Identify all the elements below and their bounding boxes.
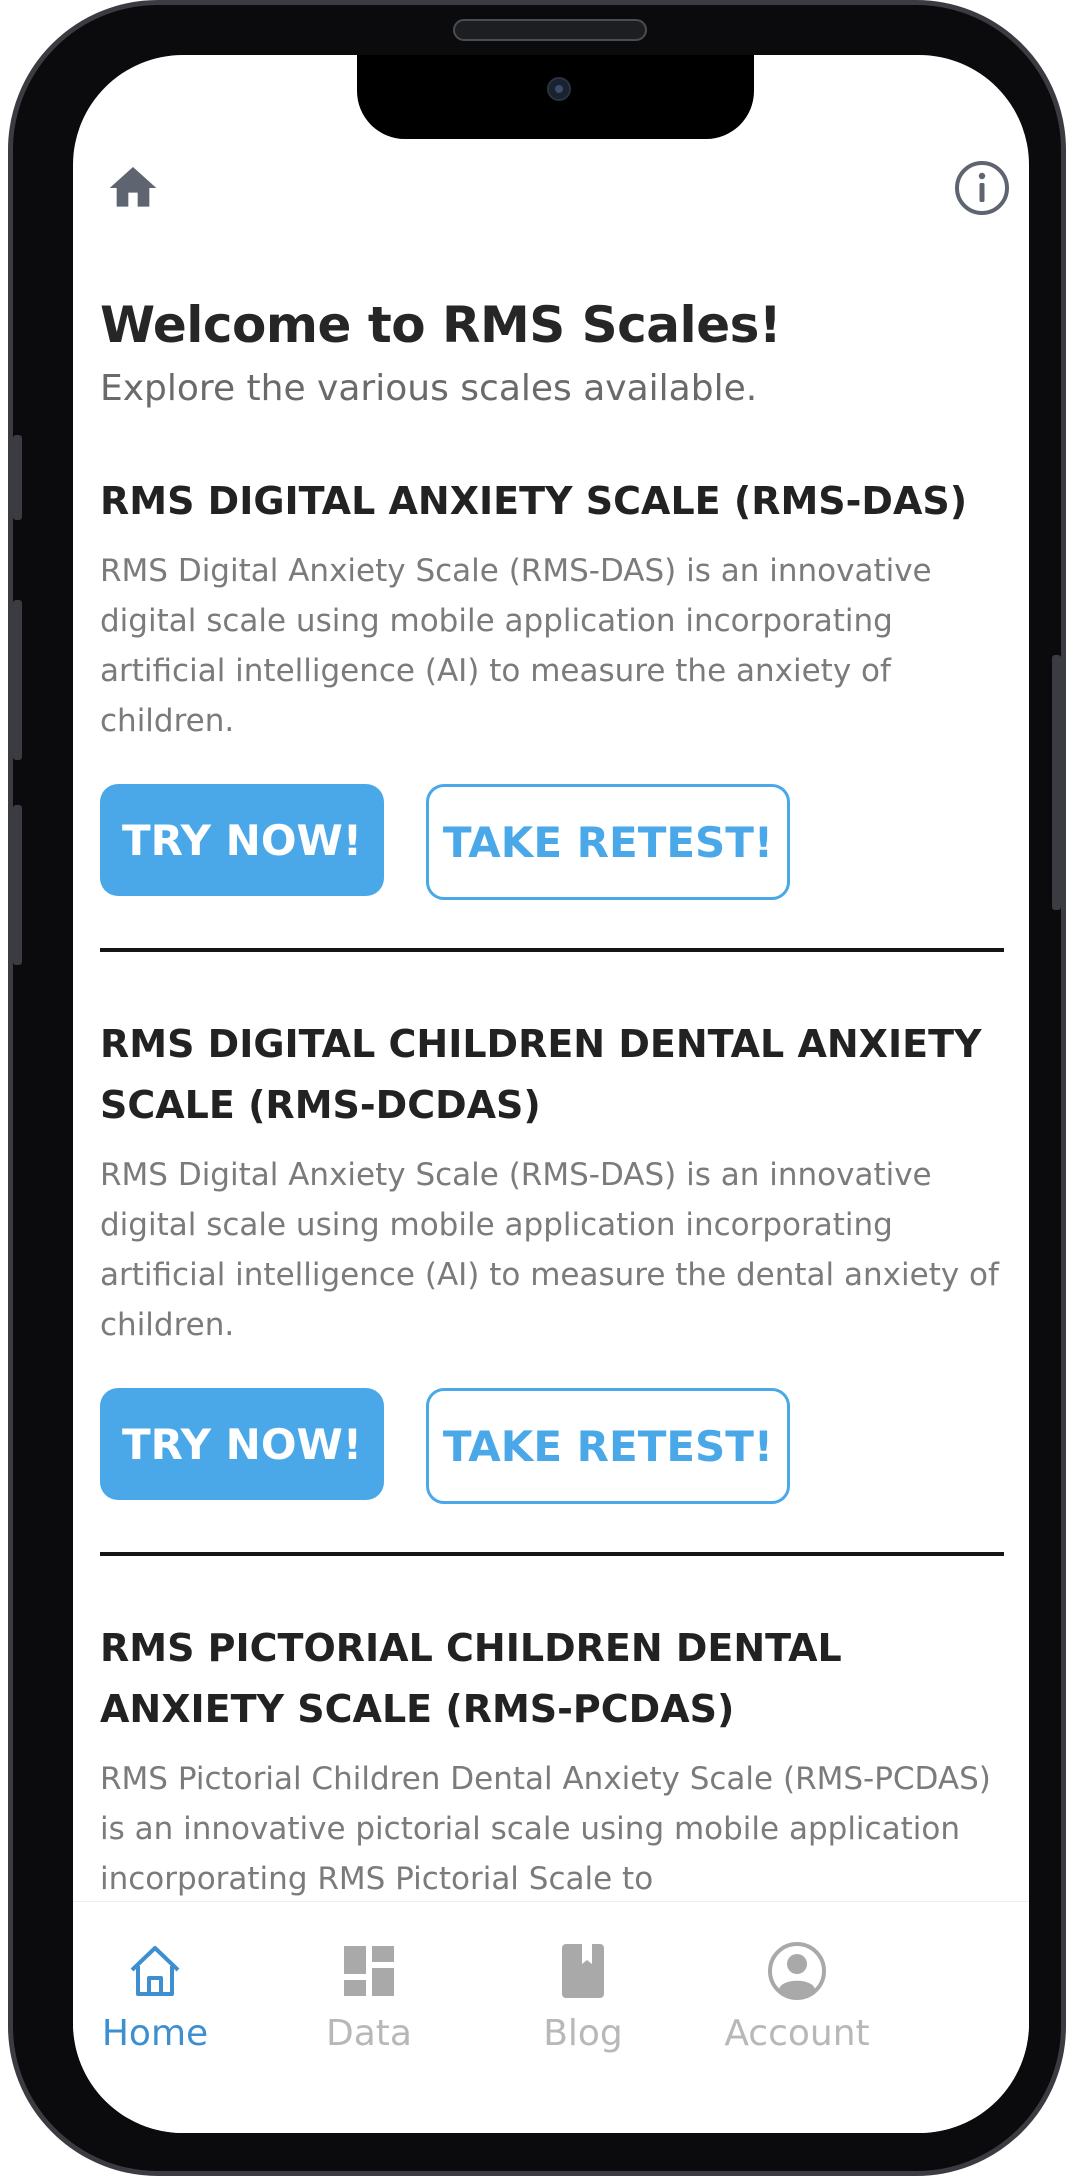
front-camera — [547, 77, 571, 101]
notch — [357, 55, 754, 139]
try-now-button[interactable]: TRY NOW! — [100, 784, 384, 896]
try-now-button[interactable]: TRY NOW! — [100, 1388, 384, 1500]
tab-blog[interactable]: Blog — [473, 1940, 693, 2080]
info-icon[interactable] — [953, 159, 1011, 217]
tab-account[interactable]: Account — [687, 1940, 907, 2080]
earpiece-speaker — [453, 19, 647, 41]
phone-frame: Welcome to RMS Scales! Explore the vario… — [8, 0, 1066, 2176]
volume-down-button — [13, 805, 22, 965]
section-divider — [100, 1552, 1004, 1556]
home-icon[interactable] — [105, 160, 161, 216]
tab-label: Home — [101, 2013, 209, 2054]
section-divider — [100, 948, 1004, 952]
scale-description: RMS Digital Anxiety Scale (RMS-DAS) is a… — [100, 1157, 999, 1343]
scale-title: RMS DIGITAL CHILDREN DENTAL ANXIETY SCAL… — [100, 1022, 982, 1127]
scale-card-rms-dcdas: RMS DIGITAL CHILDREN DENTAL ANXIETY SCAL… — [100, 1014, 1004, 1556]
app-screen: Welcome to RMS Scales! Explore the vario… — [73, 55, 1029, 2133]
page-subtitle: Explore the various scales available. — [100, 368, 758, 409]
scale-title: RMS PICTORIAL CHILDREN DENTAL ANXIETY SC… — [100, 1626, 842, 1731]
scales-list[interactable]: Welcome to RMS Scales! Explore the vario… — [100, 295, 1004, 1951]
scale-card-rms-das: RMS DIGITAL ANXIETY SCALE (RMS-DAS) RMS … — [100, 471, 1004, 952]
scale-card-rms-pcdas: RMS PICTORIAL CHILDREN DENTAL ANXIETY SC… — [100, 1618, 1004, 1904]
tab-label: Blog — [543, 2013, 623, 2054]
volume-up-button — [13, 600, 22, 760]
take-retest-button[interactable]: TAKE RETEST! — [426, 1388, 790, 1504]
book-icon — [562, 1944, 604, 1998]
scale-description: RMS Pictorial Children Dental Anxiety Sc… — [100, 1761, 991, 1897]
power-button — [1052, 655, 1061, 910]
tab-data[interactable]: Data — [259, 1940, 479, 2080]
scale-actions: TRY NOW! TAKE RETEST! — [100, 784, 1004, 900]
account-circle-icon — [768, 1942, 826, 2000]
tab-label: Account — [724, 2013, 870, 2054]
scale-actions: TRY NOW! TAKE RETEST! — [100, 1388, 1004, 1504]
scale-description: RMS Digital Anxiety Scale (RMS-DAS) is a… — [100, 553, 932, 739]
page-title: Welcome to RMS Scales! — [100, 296, 782, 354]
scale-title: RMS DIGITAL ANXIETY SCALE (RMS-DAS) — [100, 479, 968, 523]
take-retest-button[interactable]: TAKE RETEST! — [426, 784, 790, 900]
mute-switch — [13, 435, 22, 520]
tab-home[interactable]: Home — [73, 1940, 265, 2080]
tab-label: Data — [326, 2013, 412, 2054]
dashboard-icon — [344, 1946, 394, 1996]
home-outline-icon — [130, 1946, 180, 1996]
bottom-tab-bar: Home Data Blog Account — [73, 1901, 1029, 2133]
